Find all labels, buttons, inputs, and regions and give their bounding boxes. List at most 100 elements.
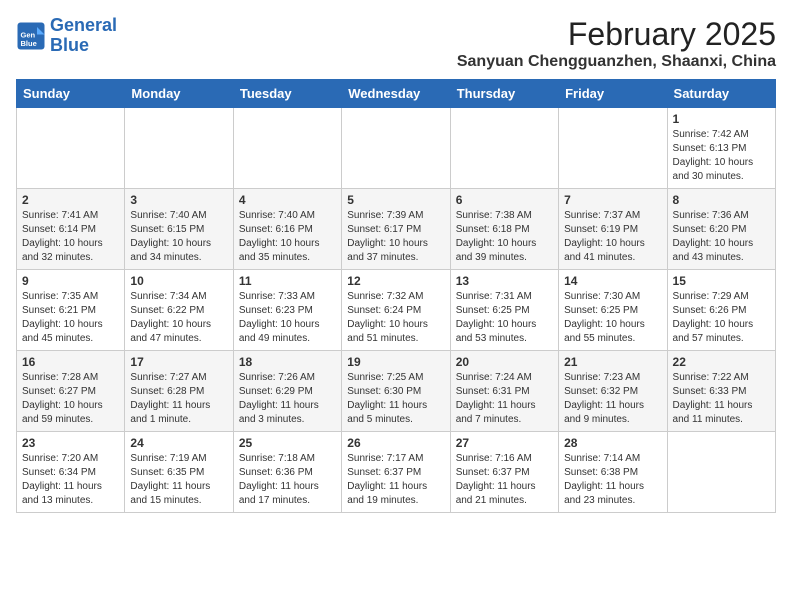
calendar-cell: 27 Sunrise: 7:16 AM Sunset: 6:37 PM Dayli… bbox=[450, 432, 558, 513]
weekday-header-tuesday: Tuesday bbox=[233, 80, 341, 108]
day-number: 9 bbox=[22, 274, 119, 288]
day-number: 19 bbox=[347, 355, 444, 369]
calendar-cell: 21 Sunrise: 7:23 AM Sunset: 6:32 PM Dayli… bbox=[559, 351, 667, 432]
day-info: Sunrise: 7:42 AM Sunset: 6:13 PM Dayligh… bbox=[673, 128, 770, 184]
calendar-cell: 5Sunrise: 7:39 AM Sunset: 6:17 PM Daylig… bbox=[342, 189, 450, 270]
day-info: Sunrise: 7:19 AM Sunset: 6:35 PM Dayligh… bbox=[130, 452, 227, 508]
day-number: 24 bbox=[130, 436, 227, 450]
weekday-header-friday: Friday bbox=[559, 80, 667, 108]
calendar-cell: 20 Sunrise: 7:24 AM Sunset: 6:31 PM Dayli… bbox=[450, 351, 558, 432]
day-number: 3 bbox=[130, 193, 227, 207]
day-info: Sunrise: 7:25 AM Sunset: 6:30 PM Dayligh… bbox=[347, 371, 444, 427]
day-number: 17 bbox=[130, 355, 227, 369]
day-info: Sunrise: 7:23 AM Sunset: 6:32 PM Dayligh… bbox=[564, 371, 661, 427]
day-number: 16 bbox=[22, 355, 119, 369]
day-number: 28 bbox=[564, 436, 661, 450]
calendar-week-row: 23 Sunrise: 7:20 AM Sunset: 6:34 PM Dayli… bbox=[17, 432, 776, 513]
calendar-week-row: 1 Sunrise: 7:42 AM Sunset: 6:13 PM Daylig… bbox=[17, 108, 776, 189]
calendar-cell bbox=[559, 108, 667, 189]
calendar-cell: 11 Sunrise: 7:33 AM Sunset: 6:23 PM Dayli… bbox=[233, 270, 341, 351]
title-block: February 2025 Sanyuan Chengguanzhen, Sha… bbox=[457, 16, 776, 71]
day-number: 11 bbox=[239, 274, 336, 288]
calendar-cell: 16 Sunrise: 7:28 AM Sunset: 6:27 PM Dayli… bbox=[17, 351, 125, 432]
day-number: 13 bbox=[456, 274, 553, 288]
calendar-cell: 3 Sunrise: 7:40 AM Sunset: 6:15 PM Daylig… bbox=[125, 189, 233, 270]
day-info: Sunrise: 7:28 AM Sunset: 6:27 PM Dayligh… bbox=[22, 371, 119, 427]
calendar-cell: 1 Sunrise: 7:42 AM Sunset: 6:13 PM Daylig… bbox=[667, 108, 775, 189]
calendar-cell: 25 Sunrise: 7:18 AM Sunset: 6:36 PM Dayli… bbox=[233, 432, 341, 513]
calendar-cell: 2Sunrise: 7:41 AM Sunset: 6:14 PM Daylig… bbox=[17, 189, 125, 270]
day-number: 6 bbox=[456, 193, 553, 207]
calendar-cell: 24 Sunrise: 7:19 AM Sunset: 6:35 PM Dayli… bbox=[125, 432, 233, 513]
day-info: Sunrise: 7:14 AM Sunset: 6:38 PM Dayligh… bbox=[564, 452, 661, 508]
day-info: Sunrise: 7:40 AM Sunset: 6:15 PM Dayligh… bbox=[130, 209, 227, 265]
logo-line2: Blue bbox=[50, 35, 89, 55]
day-number: 23 bbox=[22, 436, 119, 450]
day-info: Sunrise: 7:33 AM Sunset: 6:23 PM Dayligh… bbox=[239, 290, 336, 346]
day-number: 26 bbox=[347, 436, 444, 450]
calendar-week-row: 2Sunrise: 7:41 AM Sunset: 6:14 PM Daylig… bbox=[17, 189, 776, 270]
calendar-cell: 7Sunrise: 7:37 AM Sunset: 6:19 PM Daylig… bbox=[559, 189, 667, 270]
day-info: Sunrise: 7:31 AM Sunset: 6:25 PM Dayligh… bbox=[456, 290, 553, 346]
day-info: Sunrise: 7:18 AM Sunset: 6:36 PM Dayligh… bbox=[239, 452, 336, 508]
weekday-header-wednesday: Wednesday bbox=[342, 80, 450, 108]
location-title: Sanyuan Chengguanzhen, Shaanxi, China bbox=[457, 53, 776, 71]
day-number: 1 bbox=[673, 112, 770, 126]
weekday-header-saturday: Saturday bbox=[667, 80, 775, 108]
calendar-table: SundayMondayTuesdayWednesdayThursdayFrid… bbox=[16, 79, 776, 513]
day-info: Sunrise: 7:26 AM Sunset: 6:29 PM Dayligh… bbox=[239, 371, 336, 427]
calendar-cell: 14 Sunrise: 7:30 AM Sunset: 6:25 PM Dayli… bbox=[559, 270, 667, 351]
day-number: 10 bbox=[130, 274, 227, 288]
calendar-week-row: 16 Sunrise: 7:28 AM Sunset: 6:27 PM Dayli… bbox=[17, 351, 776, 432]
day-info: Sunrise: 7:22 AM Sunset: 6:33 PM Dayligh… bbox=[673, 371, 770, 427]
day-info: Sunrise: 7:24 AM Sunset: 6:31 PM Dayligh… bbox=[456, 371, 553, 427]
calendar-cell: 4 Sunrise: 7:40 AM Sunset: 6:16 PM Daylig… bbox=[233, 189, 341, 270]
calendar-cell: 13 Sunrise: 7:31 AM Sunset: 6:25 PM Dayli… bbox=[450, 270, 558, 351]
day-number: 7 bbox=[564, 193, 661, 207]
calendar-cell bbox=[667, 432, 775, 513]
calendar-cell: 28 Sunrise: 7:14 AM Sunset: 6:38 PM Dayli… bbox=[559, 432, 667, 513]
day-number: 4 bbox=[239, 193, 336, 207]
svg-text:Blue: Blue bbox=[21, 39, 37, 48]
day-info: Sunrise: 7:36 AM Sunset: 6:20 PM Dayligh… bbox=[673, 209, 770, 265]
calendar-cell: 6 Sunrise: 7:38 AM Sunset: 6:18 PM Daylig… bbox=[450, 189, 558, 270]
weekday-header-thursday: Thursday bbox=[450, 80, 558, 108]
calendar-cell: 23 Sunrise: 7:20 AM Sunset: 6:34 PM Dayli… bbox=[17, 432, 125, 513]
day-number: 2 bbox=[22, 193, 119, 207]
day-info: Sunrise: 7:38 AM Sunset: 6:18 PM Dayligh… bbox=[456, 209, 553, 265]
day-number: 21 bbox=[564, 355, 661, 369]
day-number: 14 bbox=[564, 274, 661, 288]
calendar-cell: 9Sunrise: 7:35 AM Sunset: 6:21 PM Daylig… bbox=[17, 270, 125, 351]
day-number: 27 bbox=[456, 436, 553, 450]
calendar-cell: 8 Sunrise: 7:36 AM Sunset: 6:20 PM Daylig… bbox=[667, 189, 775, 270]
day-info: Sunrise: 7:32 AM Sunset: 6:24 PM Dayligh… bbox=[347, 290, 444, 346]
logo-icon: Gen Blue bbox=[16, 21, 46, 51]
day-info: Sunrise: 7:16 AM Sunset: 6:37 PM Dayligh… bbox=[456, 452, 553, 508]
day-number: 22 bbox=[673, 355, 770, 369]
calendar-cell bbox=[233, 108, 341, 189]
calendar-cell: 19 Sunrise: 7:25 AM Sunset: 6:30 PM Dayli… bbox=[342, 351, 450, 432]
day-number: 8 bbox=[673, 193, 770, 207]
logo-line1: General bbox=[50, 15, 117, 35]
day-info: Sunrise: 7:40 AM Sunset: 6:16 PM Dayligh… bbox=[239, 209, 336, 265]
weekday-header-sunday: Sunday bbox=[17, 80, 125, 108]
day-number: 15 bbox=[673, 274, 770, 288]
day-info: Sunrise: 7:27 AM Sunset: 6:28 PM Dayligh… bbox=[130, 371, 227, 427]
logo: Gen Blue General Blue bbox=[16, 16, 117, 56]
weekday-header-monday: Monday bbox=[125, 80, 233, 108]
day-number: 25 bbox=[239, 436, 336, 450]
day-number: 12 bbox=[347, 274, 444, 288]
calendar-cell bbox=[125, 108, 233, 189]
calendar-cell bbox=[17, 108, 125, 189]
calendar-cell: 17 Sunrise: 7:27 AM Sunset: 6:28 PM Dayli… bbox=[125, 351, 233, 432]
calendar-cell: 10Sunrise: 7:34 AM Sunset: 6:22 PM Dayli… bbox=[125, 270, 233, 351]
day-info: Sunrise: 7:17 AM Sunset: 6:37 PM Dayligh… bbox=[347, 452, 444, 508]
page-header: Gen Blue General Blue February 2025 Sany… bbox=[16, 16, 776, 71]
day-info: Sunrise: 7:20 AM Sunset: 6:34 PM Dayligh… bbox=[22, 452, 119, 508]
day-number: 20 bbox=[456, 355, 553, 369]
logo-text: General Blue bbox=[50, 16, 117, 56]
day-info: Sunrise: 7:30 AM Sunset: 6:25 PM Dayligh… bbox=[564, 290, 661, 346]
calendar-cell: 26 Sunrise: 7:17 AM Sunset: 6:37 PM Dayli… bbox=[342, 432, 450, 513]
month-title: February 2025 bbox=[457, 16, 776, 53]
calendar-cell: 22 Sunrise: 7:22 AM Sunset: 6:33 PM Dayli… bbox=[667, 351, 775, 432]
